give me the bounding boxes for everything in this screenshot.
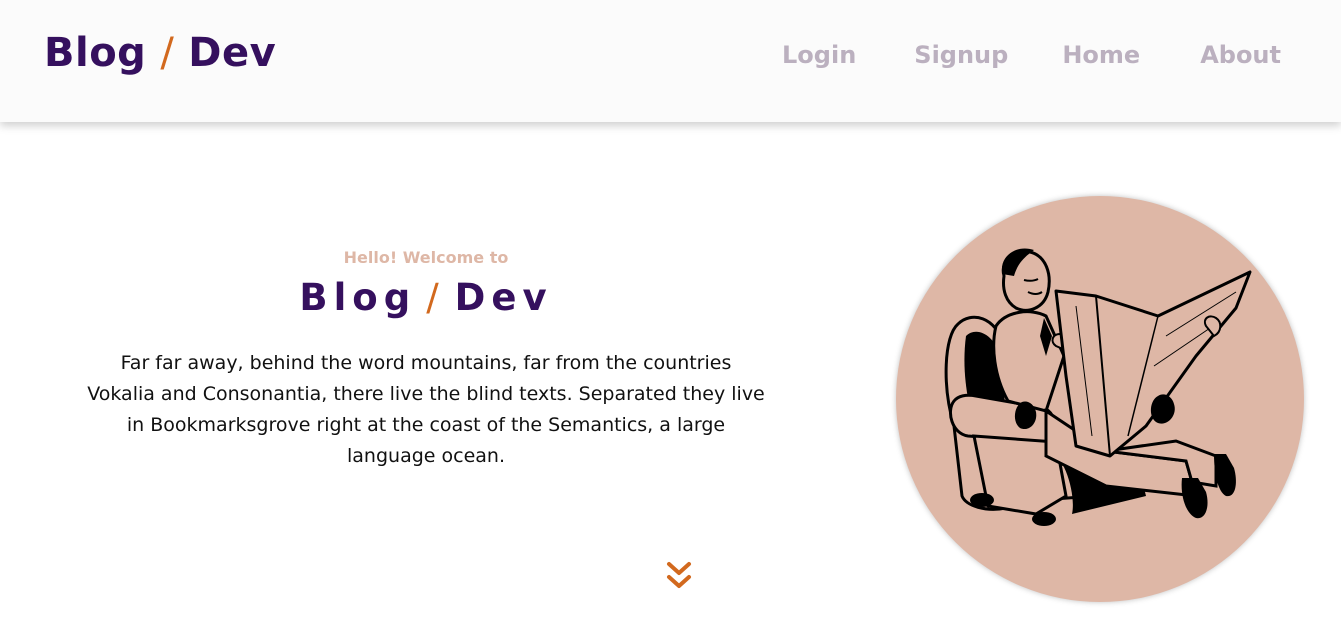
- brand-name-right: Dev: [188, 30, 277, 76]
- nav-about-link[interactable]: About: [1200, 41, 1281, 69]
- hero-welcome-text: Hello! Welcome to: [343, 248, 509, 267]
- hero-section: Hello! Welcome to Blog / Dev Far far away,…: [0, 122, 1341, 642]
- hero-title-separator: /: [426, 276, 445, 319]
- double-chevron-down-icon[interactable]: [664, 560, 694, 594]
- hero-title-left: Blog: [299, 276, 417, 319]
- nav-login-link[interactable]: Login: [782, 41, 856, 69]
- hero-description: Far far away, behind the word mountains,…: [87, 352, 765, 467]
- nav-home-link[interactable]: Home: [1062, 41, 1140, 69]
- hero-title: Blog / Dev: [0, 276, 852, 319]
- nav-signup-link[interactable]: Signup: [914, 41, 1008, 69]
- hero-title-right: Dev: [454, 276, 553, 319]
- brand-separator: /: [160, 30, 175, 76]
- nav-links: Login Signup Home About: [782, 41, 1281, 69]
- brand-logo[interactable]: Blog / Dev: [44, 30, 276, 76]
- man-reading-newspaper-illustration: [896, 196, 1304, 602]
- brand-name-left: Blog: [44, 30, 147, 76]
- hero-illustration: [896, 196, 1304, 602]
- navbar: Blog / Dev Login Signup Home About: [0, 0, 1341, 122]
